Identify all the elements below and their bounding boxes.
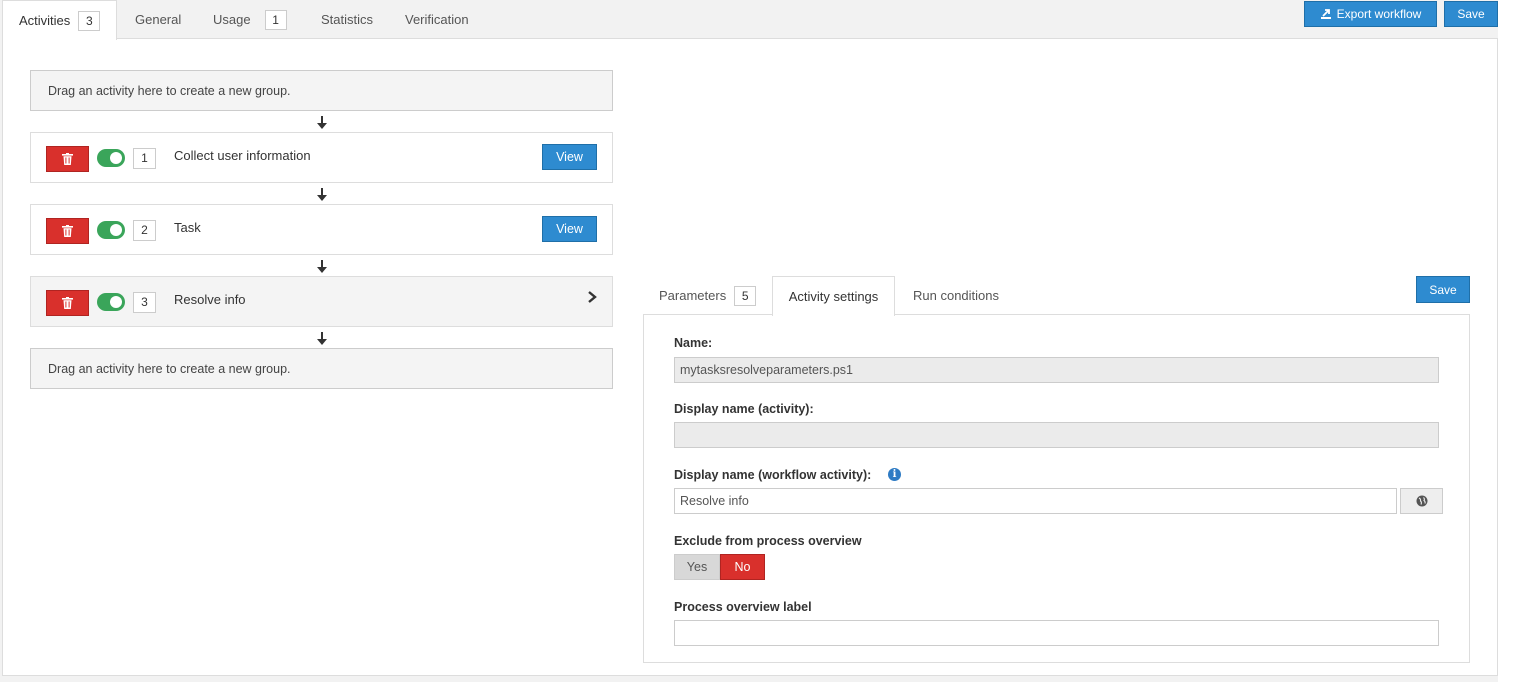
tab-activities[interactable]: Activities 3 [2, 0, 117, 40]
arrow-down-icon [317, 260, 327, 273]
trash-icon [62, 297, 73, 309]
overview-label-field[interactable] [674, 620, 1439, 646]
arrow-down-icon [317, 188, 327, 201]
toggle-knob [110, 224, 122, 236]
activity-label: Collect user information [174, 148, 311, 163]
tab-label: Usage [213, 12, 251, 27]
dropzone-text: Drag an activity here to create a new gr… [48, 361, 291, 376]
trash-icon [62, 225, 73, 237]
exclude-yes-button[interactable]: Yes [674, 554, 720, 580]
toggle-knob [110, 296, 122, 308]
delete-button[interactable] [46, 218, 89, 244]
activity-item-selected[interactable]: 3 Resolve info [30, 276, 613, 327]
tab-verification[interactable]: Verification [405, 0, 469, 39]
arrow-down-icon [317, 332, 327, 345]
export-workflow-button[interactable]: Export workflow [1304, 1, 1437, 27]
tab-label: General [135, 12, 182, 27]
dropzone-bottom[interactable]: Drag an activity here to create a new gr… [30, 348, 613, 389]
tab-run-conditions[interactable]: Run conditions [913, 276, 999, 315]
scrollbar-track[interactable] [1498, 0, 1513, 682]
tab-usage[interactable]: Usage 1 [213, 0, 287, 39]
save-label: Save [1457, 7, 1485, 21]
activity-item[interactable]: 1 Collect user information View [30, 132, 613, 183]
activity-label: Task [174, 220, 201, 235]
top-tab-bar: Activities 3 General Usage 1 Statistics … [0, 0, 1513, 40]
display-name-workflow-field[interactable]: Resolve info [674, 488, 1397, 514]
toggle-knob [110, 152, 122, 164]
chevron-right-icon[interactable] [586, 290, 598, 304]
delete-button[interactable] [46, 290, 89, 316]
trash-icon [62, 153, 73, 165]
tab-badge: 1 [264, 9, 287, 30]
exclude-label: Exclude from process overview [674, 534, 862, 548]
activity-number: 2 [133, 220, 156, 241]
enabled-toggle[interactable] [97, 149, 125, 167]
globe-icon [1416, 495, 1427, 507]
arrow-down-icon [317, 116, 327, 129]
tab-label: Verification [405, 12, 469, 27]
activity-number: 3 [133, 292, 156, 313]
tab-label: Statistics [321, 12, 374, 27]
name-label: Name: [674, 336, 713, 350]
exclude-no-button[interactable]: No [720, 554, 765, 580]
tab-badge: 3 [78, 10, 101, 31]
delete-button[interactable] [46, 146, 89, 172]
enabled-toggle[interactable] [97, 221, 125, 239]
activity-number: 1 [133, 148, 156, 169]
translate-button[interactable] [1400, 488, 1443, 514]
tab-parameters[interactable]: Parameters 5 [659, 276, 757, 315]
name-field[interactable]: mytasksresolveparameters.ps1 [674, 357, 1439, 383]
detail-save-button[interactable]: Save [1416, 276, 1470, 303]
tab-label: Run conditions [913, 288, 999, 303]
tab-statistics[interactable]: Statistics [321, 0, 373, 39]
tab-general[interactable]: General [135, 0, 181, 39]
activity-item[interactable]: 2 Task View [30, 204, 613, 255]
save-button[interactable]: Save [1444, 1, 1498, 27]
tab-activity-settings[interactable]: Activity settings [772, 276, 895, 316]
display-name-activity-field[interactable] [674, 422, 1439, 448]
tab-badge: 5 [734, 285, 757, 306]
enabled-toggle[interactable] [97, 293, 125, 311]
view-button[interactable]: View [542, 216, 597, 242]
activity-label: Resolve info [174, 292, 246, 307]
export-workflow-label: Export workflow [1336, 7, 1422, 21]
tab-label: Activity settings [788, 289, 879, 304]
view-button[interactable]: View [542, 144, 597, 170]
dropzone-text: Drag an activity here to create a new gr… [48, 83, 291, 98]
display-name-activity-label: Display name (activity): [674, 402, 814, 416]
tab-label: Parameters [659, 288, 727, 303]
overview-label-label: Process overview label [674, 600, 812, 614]
dropzone-top[interactable]: Drag an activity here to create a new gr… [30, 70, 613, 111]
export-icon [1320, 9, 1331, 19]
display-name-workflow-label: Display name (workflow activity): [674, 468, 872, 482]
save-label: Save [1429, 282, 1457, 297]
info-icon[interactable]: i [888, 468, 901, 481]
tab-label: Activities [19, 13, 71, 28]
